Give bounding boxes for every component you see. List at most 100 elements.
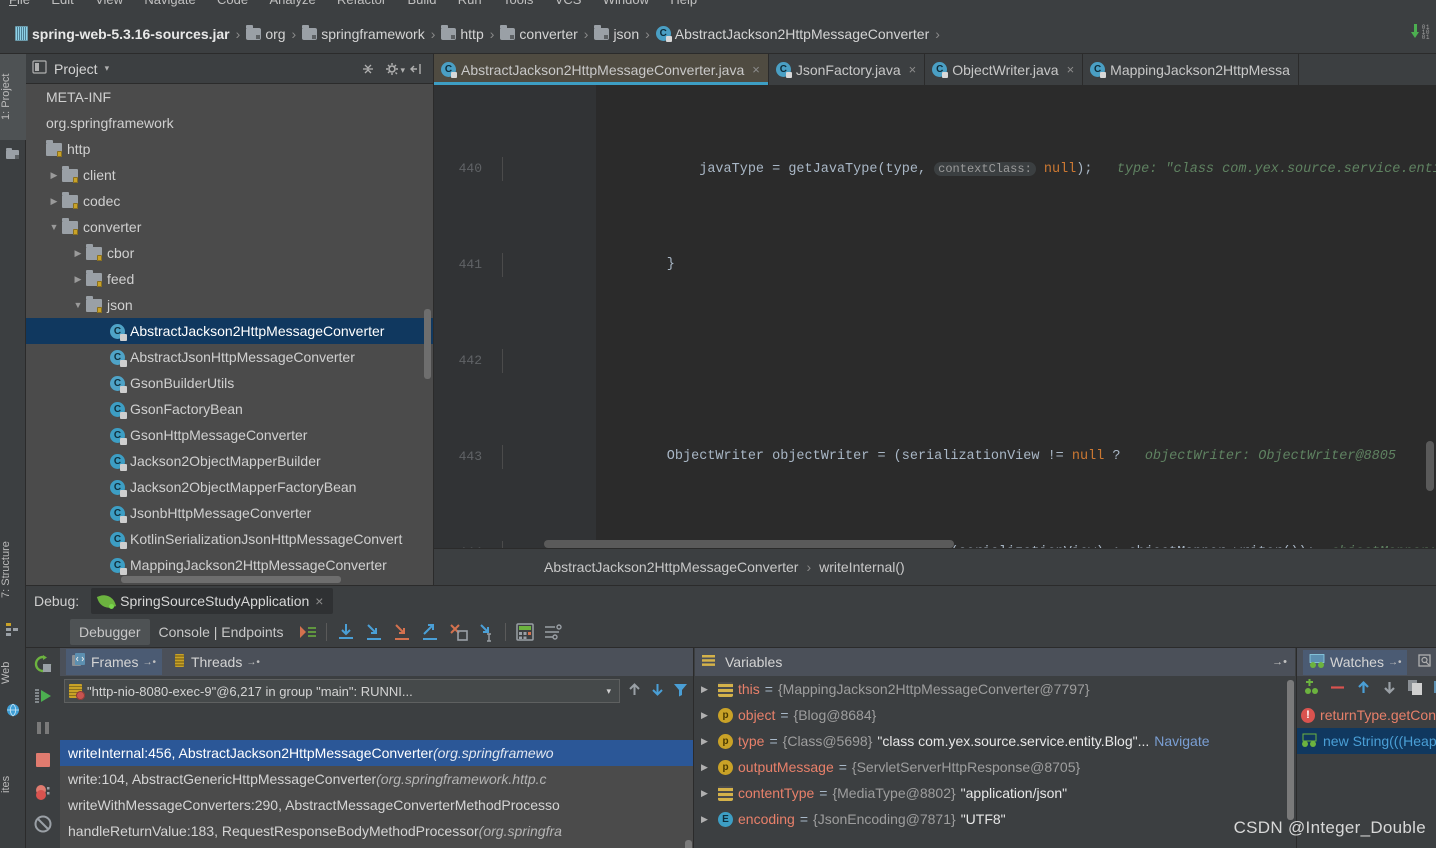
filter-icon[interactable] [672,681,689,701]
tree-twisty[interactable]: ▶ [46,196,62,207]
editor-vertical-scrollbar[interactable] [1426,441,1434,491]
menu-vcs[interactable]: VCS [546,0,591,7]
mute-breakpoints-icon[interactable] [33,814,53,834]
expand-arrow-icon[interactable]: ▶ [701,736,713,747]
tab-mappingjackson2httpmessageconverter[interactable]: C MappingJackson2HttpMessa [1083,54,1299,85]
close-icon[interactable]: × [752,62,760,77]
breadcrumb-item-http[interactable]: http [438,22,486,46]
pin-icon[interactable]: →• [1272,656,1295,668]
variable-row[interactable]: ▶ p type = {Class@5698} "class com.yex.s… [695,728,1295,754]
tree-node-jsonbhttpmessageconverter[interactable]: C JsonbHttpMessageConverter [26,500,433,526]
tree-node-gsonbuilderutils[interactable]: C GsonBuilderUtils [26,370,433,396]
tree-twisty[interactable]: ▶ [70,248,86,259]
expand-arrow-icon[interactable]: ▶ [701,762,713,773]
chevron-down-icon[interactable]: ▾ [602,686,615,697]
code-line[interactable]: 440 javaType = getJavaType(type, context… [434,157,1436,181]
sidebar-item-project[interactable]: 1: Project [0,54,26,140]
tab-debugger[interactable]: Debugger [70,618,150,645]
copy-watch-icon[interactable] [1407,679,1424,699]
step-over-icon[interactable] [335,621,357,643]
pin-icon[interactable]: →• [1388,657,1402,668]
expand-arrow-icon[interactable]: ▶ [701,710,713,721]
code-line[interactable]: 443 ObjectWriter objectWriter = (seriali… [434,445,1436,469]
sidebar-item-web[interactable]: Web [0,649,26,697]
frames-scrollbar[interactable] [685,840,692,848]
download-sources-icon[interactable] [1410,24,1420,40]
tree-node-kotlinserializationjsonhttpmessageconverter[interactable]: C KotlinSerializationJsonHttpMessageConv… [26,526,433,552]
show-execution-point-icon[interactable] [296,621,318,643]
move-up-icon[interactable] [626,681,643,701]
rerun-icon[interactable] [33,654,53,674]
call-stack-list[interactable]: writeInternal:456, AbstractJackson2HttpM… [60,740,693,848]
view-breakpoints-icon[interactable] [33,782,53,802]
tree-twisty[interactable]: ▼ [46,222,62,232]
expand-collapse-icon[interactable] [361,62,375,76]
stack-frame-row[interactable]: write:104, AbstractGenericHttpMessageCon… [60,766,693,792]
breadcrumb-item-org[interactable]: org [243,22,288,46]
menu-build[interactable]: Build [399,0,446,7]
move-watch-down-icon[interactable] [1381,679,1398,699]
code-line[interactable]: 441 } [434,253,1436,277]
tree-node-org-springframework[interactable]: org.springframework [26,110,433,136]
tree-node-codec[interactable]: ▶ codec [26,188,433,214]
tree-node-feed[interactable]: ▶ feed [26,266,433,292]
pin-icon[interactable]: →• [142,657,156,668]
tree-node-http[interactable]: http [26,136,433,162]
globe-icon[interactable] [5,702,21,718]
add-watch-icon[interactable] [1303,679,1320,699]
run-to-cursor-icon[interactable] [475,621,497,643]
tab-console-endpoints[interactable]: Console | Endpoints [150,619,293,645]
tree-node-gsonhttpmessageconverter[interactable]: C GsonHttpMessageConverter [26,422,433,448]
code-viewport[interactable]: 440 javaType = getJavaType(type, context… [434,85,1436,548]
force-step-into-icon[interactable] [391,621,413,643]
binary-icon[interactable]: 01 10 01 [1422,24,1430,40]
tree-node-converter[interactable]: ▼ converter [26,214,433,240]
line-gutter[interactable] [488,157,596,181]
breadcrumb-item-class[interactable]: C AbstractJackson2HttpMessageConverter [653,22,932,46]
breadcrumb-item-json[interactable]: json [591,22,642,46]
line-gutter[interactable] [488,253,596,277]
debug-run-config-tab[interactable]: SpringSourceStudyApplication × [91,588,334,614]
menu-help[interactable]: Help [661,0,706,7]
tree-node-cbor[interactable]: ▶ cbor [26,240,433,266]
stack-frame-row[interactable]: writeWithMessageConverters:290, Abstract… [60,792,693,818]
breadcrumb-item-jar[interactable]: spring-web-5.3.16-sources.jar [12,22,233,46]
remove-watch-icon[interactable] [1329,679,1346,699]
tab-jsonfactory[interactable]: C JsonFactory.java × [768,54,926,85]
project-tree[interactable]: META-INF org.springframework http ▶ clie… [26,84,433,585]
tab-memory[interactable]: Mem [1411,649,1436,675]
step-into-icon[interactable] [363,621,385,643]
tree-node-mappingjackson2httpmessageconverter[interactable]: C MappingJackson2HttpMessageConverter [26,552,433,578]
stack-frame-row[interactable]: handleReturnValue:183, RequestResponseBo… [60,818,693,844]
tree-node-json[interactable]: ▼ json [26,292,433,318]
tree-node-abstractjackson2httpmessageconverter[interactable]: C AbstractJackson2HttpMessageConverter [26,318,433,344]
tree-node-client[interactable]: ▶ client [26,162,433,188]
code-content[interactable]: 440 javaType = getJavaType(type, context… [434,85,1436,548]
code-line[interactable]: 442 [434,349,1436,373]
menu-window[interactable]: Window [594,0,658,7]
editor-horizontal-scrollbar[interactable] [544,540,954,548]
menu-analyze[interactable]: Analyze [260,0,324,7]
tab-threads[interactable]: Threads →• [166,649,266,675]
tree-node-jackson2objectmapperbuilder[interactable]: C Jackson2ObjectMapperBuilder [26,448,433,474]
pause-program-icon[interactable] [33,718,53,738]
close-icon[interactable]: × [1067,62,1075,77]
stack-frame-row[interactable]: writeInternal:456, AbstractJackson2HttpM… [60,740,693,766]
tree-twisty[interactable]: ▼ [70,300,86,310]
variable-row[interactable]: ▶ p outputMessage = {ServletServerHttpRe… [695,754,1295,780]
move-watch-up-icon[interactable] [1355,679,1372,699]
line-gutter[interactable] [488,445,596,469]
project-tree-horizontal-scrollbar[interactable] [121,576,341,583]
breadcrumb-item-springframework[interactable]: springframework [299,22,427,46]
menu-file[interactable]: File [0,0,39,7]
tree-twisty[interactable]: ▶ [70,274,86,285]
variable-row[interactable]: ▶ p object = {Blog@8684} [695,702,1295,728]
chevron-down-icon[interactable]: ▾ [105,63,110,74]
project-folder-icon[interactable] [5,146,21,162]
variable-row[interactable]: ▶ E encoding = {JsonEncoding@7871} "UTF8… [695,806,1295,832]
tree-node-gsonfactorybean[interactable]: C GsonFactoryBean [26,396,433,422]
expand-arrow-icon[interactable]: ▶ [701,814,713,825]
thread-dropdown[interactable]: "http-nio-8080-exec-9"@6,217 in group "m… [64,679,620,703]
step-out-icon[interactable] [419,621,441,643]
resume-program-icon[interactable] [33,686,53,706]
